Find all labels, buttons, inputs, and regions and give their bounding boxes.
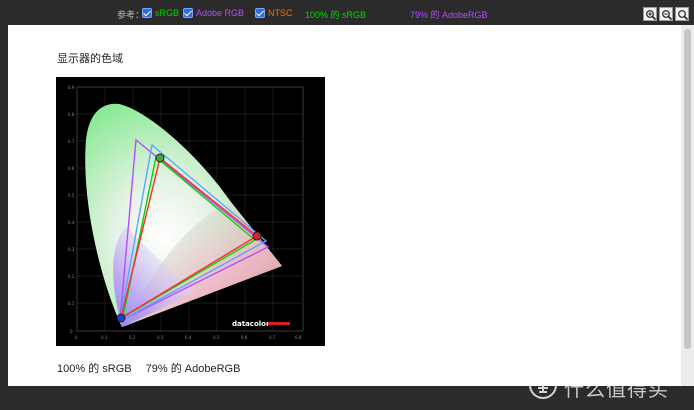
x-tick: 0.5	[213, 335, 220, 340]
y-tick: 0.3	[68, 247, 75, 252]
gamut-chart: 0 0.1 0.2 0.3 0.4 0.5 0.6 0.7 0.8 0.9 0.…	[56, 77, 325, 346]
watermark: 什么值得买	[528, 370, 688, 404]
srgb-checkbox[interactable]	[142, 8, 152, 18]
srgb-coverage: 100% 的 sRGB	[305, 10, 367, 20]
zoom-in-button[interactable]	[643, 7, 657, 21]
zoom-fit-button[interactable]	[675, 7, 689, 21]
ntsc-checkbox[interactable]	[255, 8, 265, 18]
chart-brand: datacolor	[232, 320, 270, 328]
adobe-rgb-checkbox[interactable]	[183, 8, 193, 18]
x-tick: 0.8	[295, 335, 302, 340]
cie-gamut-diagram: 0 0.1 0.2 0.3 0.4 0.5 0.6 0.7 0.8 0.9 0.…	[68, 85, 304, 340]
y-tick: 0.7	[68, 139, 75, 144]
y-tick: 0.8	[68, 112, 75, 117]
blue-primary	[116, 313, 126, 323]
smzdm-logo-icon	[529, 371, 557, 399]
y-tick: 0.2	[68, 274, 75, 279]
adobe-coverage: 79% 的 AdobeRGB	[410, 10, 488, 20]
zoom-in-icon	[646, 10, 657, 21]
y-tick: 0.9	[68, 85, 75, 90]
y-tick: 0.4	[68, 220, 75, 225]
toolbar: 参考： sRGB Adobe RGB NTSC 100% 的 sRGB 79% …	[0, 0, 694, 25]
green-primary	[155, 153, 165, 163]
x-tick: 0.2	[129, 335, 136, 340]
adobe-rgb-label[interactable]: Adobe RGB	[196, 8, 244, 18]
y-tick: 0	[70, 329, 73, 334]
brand-bar	[268, 322, 290, 325]
x-tick: 0.7	[269, 335, 276, 340]
vertical-scrollbar[interactable]	[681, 25, 694, 386]
y-tick: 0.6	[68, 166, 75, 171]
y-tick: 0.1	[68, 301, 75, 306]
scrollbar-thumb[interactable]	[684, 29, 691, 349]
watermark-text: 什么值得买	[564, 379, 669, 401]
x-tick: 0.3	[157, 335, 164, 340]
page-title: 显示器的色域	[57, 53, 123, 65]
x-tick: 0	[75, 335, 78, 340]
x-tick: 0.4	[185, 335, 192, 340]
zoom-out-icon	[662, 10, 673, 21]
red-primary	[252, 231, 262, 241]
content-panel: 显示器的色域 0 0.1 0.2 0.3 0.4 0.5 0.6 0.7 0.8…	[8, 25, 681, 386]
y-tick: 0.5	[68, 193, 75, 198]
srgb-label[interactable]: sRGB	[155, 8, 179, 18]
coverage-caption: 100% 的 sRGB 79% 的 AdobeRGB	[57, 363, 241, 375]
zoom-out-button[interactable]	[659, 7, 673, 21]
ntsc-label[interactable]: NTSC	[268, 8, 293, 18]
zoom-fit-icon	[678, 10, 689, 21]
x-tick: 0.1	[101, 335, 108, 340]
x-tick: 0.6	[241, 335, 248, 340]
reference-label: 参考：	[117, 10, 145, 20]
